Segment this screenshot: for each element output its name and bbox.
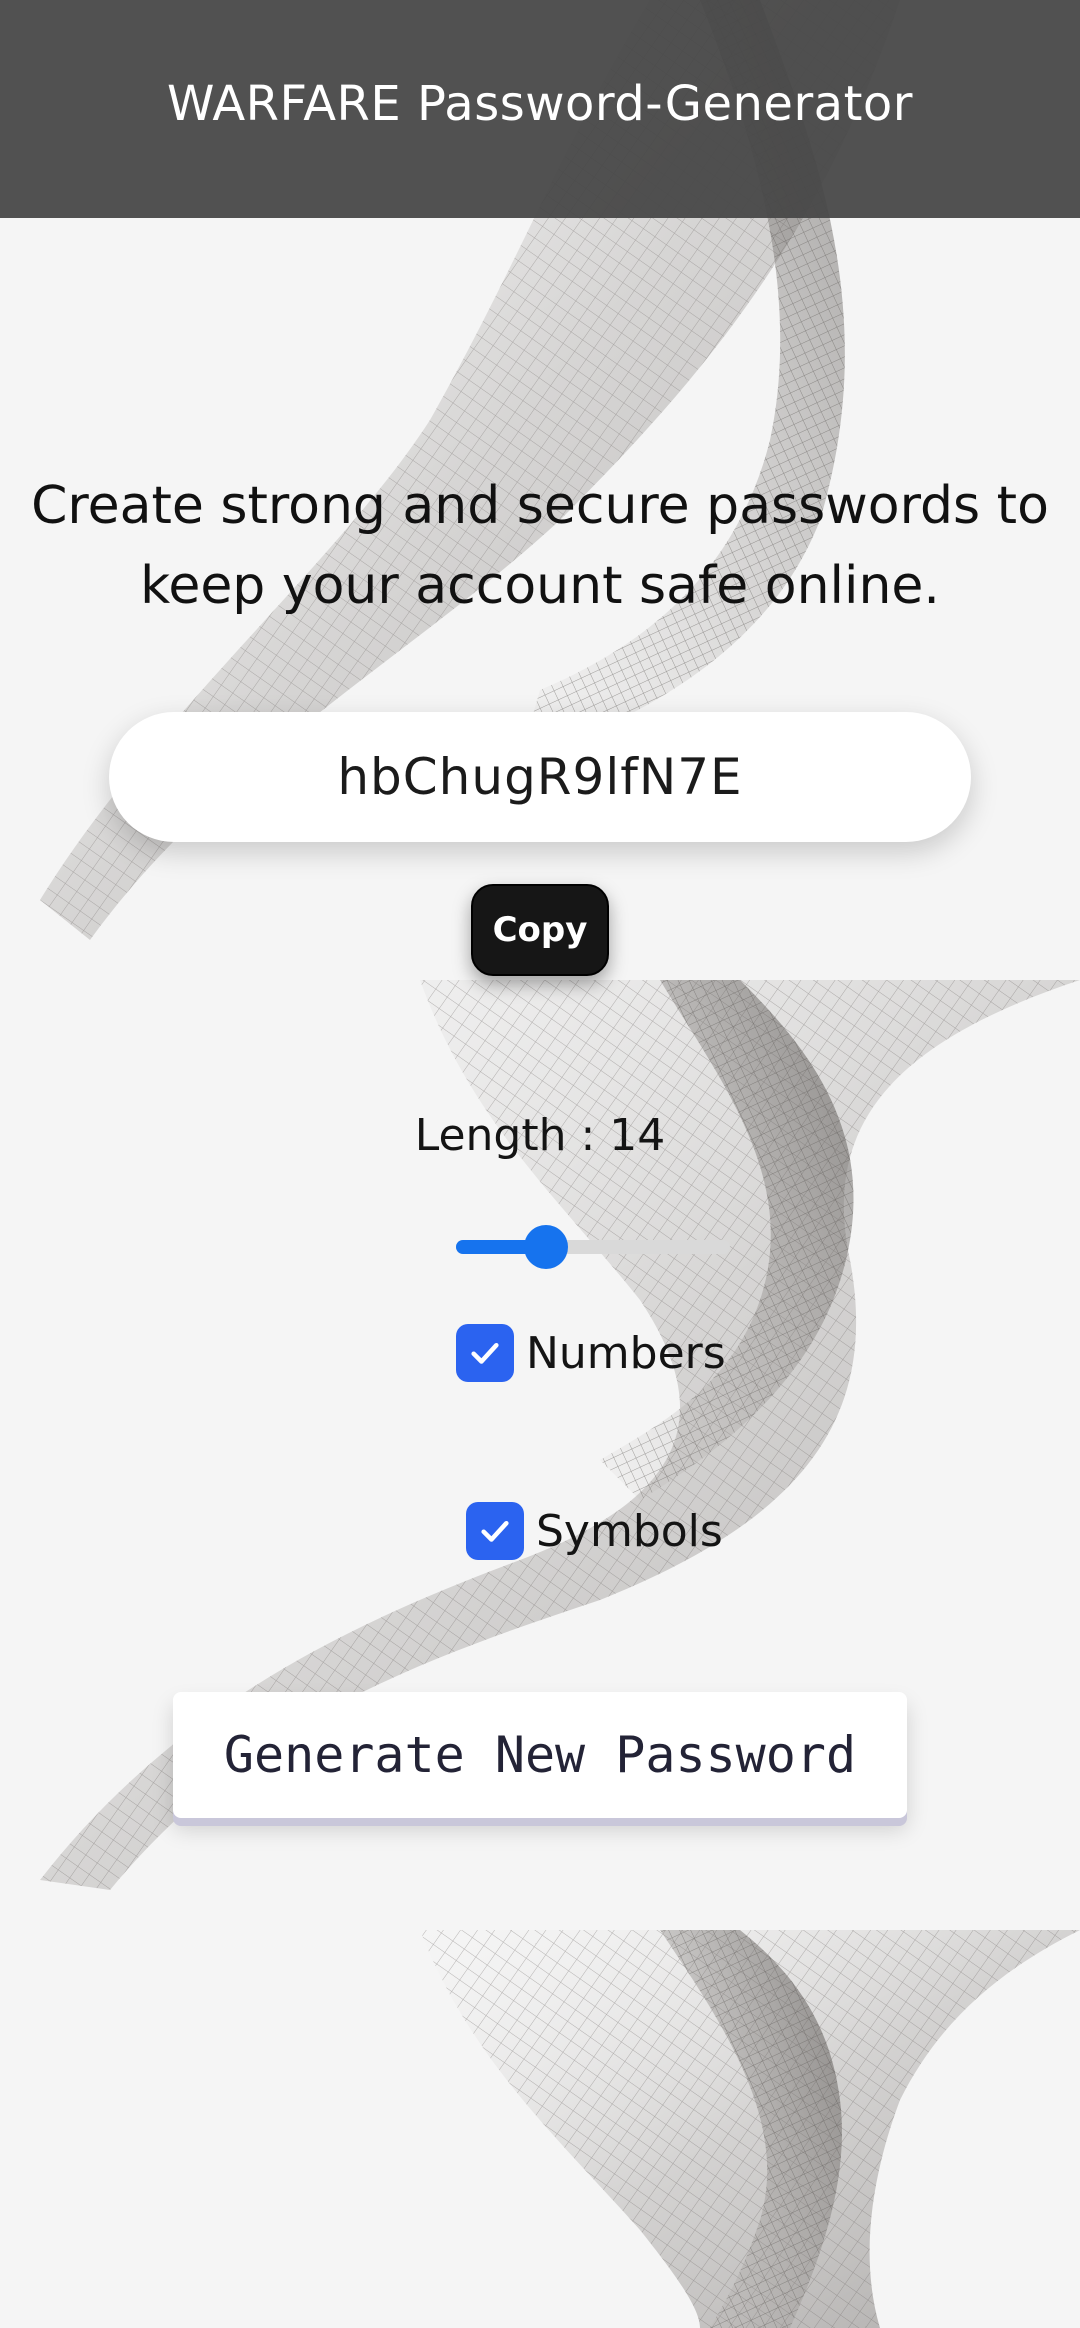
numbers-option[interactable]: Numbers — [456, 1324, 726, 1382]
symbols-label: Symbols — [536, 1505, 723, 1557]
numbers-checkbox[interactable] — [456, 1324, 514, 1382]
tagline-text: Create strong and secure passwords to ke… — [31, 476, 1049, 616]
symbols-checkbox[interactable] — [466, 1502, 524, 1560]
copy-button[interactable]: Copy — [471, 884, 609, 976]
length-slider[interactable] — [456, 1225, 730, 1269]
check-icon — [481, 1520, 509, 1542]
generate-password-button[interactable]: Generate New Password — [173, 1692, 907, 1818]
app-title: WARFARE Password-Generator — [166, 76, 914, 132]
check-icon — [471, 1342, 499, 1364]
length-label: Length : 14 — [414, 1110, 666, 1161]
numbers-label: Numbers — [526, 1327, 726, 1379]
background-wave-art — [40, 0, 1080, 2328]
symbols-option[interactable]: Symbols — [466, 1502, 723, 1560]
password-display: hbChugR9lfN7E — [109, 712, 971, 842]
password-value: hbChugR9lfN7E — [337, 748, 743, 806]
app-header: WARFARE Password-Generator — [0, 0, 1080, 218]
